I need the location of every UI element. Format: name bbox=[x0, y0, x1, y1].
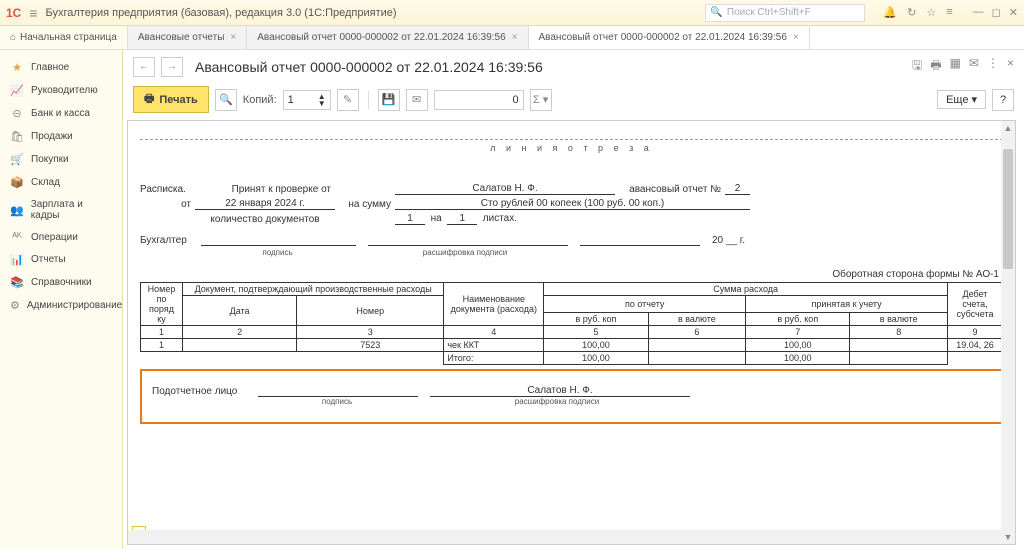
menu-icon[interactable]: ≡ bbox=[29, 5, 37, 21]
cart-icon: 🛒 bbox=[10, 153, 24, 166]
decode-line bbox=[368, 245, 568, 246]
tab-advance-reports[interactable]: Авансовые отчеты× bbox=[128, 26, 247, 49]
envelope-button[interactable]: ✉ bbox=[406, 89, 428, 111]
logo-1c: 1C bbox=[6, 6, 21, 20]
table-row: 17523чек ККТ100,00100,0019.04, 26 bbox=[141, 339, 1003, 352]
tab-home[interactable]: ⌂Начальная страница bbox=[0, 26, 128, 49]
lines-icon[interactable]: ≡ bbox=[946, 6, 952, 19]
sigma-button[interactable]: Σ ▾ bbox=[530, 89, 552, 111]
forward-button[interactable]: → bbox=[161, 57, 183, 77]
nav-ops[interactable]: ᴬᴷОперации bbox=[0, 226, 122, 248]
global-search[interactable]: 🔍 Поиск Ctrl+Shift+F bbox=[705, 4, 865, 22]
nav-main[interactable]: ★Главное bbox=[0, 56, 122, 79]
chart-icon: 📈 bbox=[10, 84, 24, 97]
accountant-label: Бухгалтер bbox=[140, 235, 195, 246]
signature-line bbox=[201, 245, 356, 246]
help-button[interactable]: ? bbox=[992, 89, 1014, 111]
nav-stock[interactable]: 📦Склад bbox=[0, 171, 122, 194]
document-title: Авансовый отчет 0000-000002 от 22.01.202… bbox=[195, 59, 543, 75]
ops-icon: ᴬᴷ bbox=[10, 231, 24, 243]
report-icon: 📊 bbox=[10, 253, 24, 266]
nav-sales[interactable]: 🛍Продажи bbox=[0, 125, 122, 148]
home-icon: ⌂ bbox=[10, 32, 16, 43]
star-icon[interactable]: ☆ bbox=[926, 6, 936, 19]
minimize-icon[interactable]: — bbox=[973, 6, 984, 19]
bank-icon: ⊝ bbox=[10, 107, 24, 120]
nav-salary[interactable]: 👥Зарплата и кадры bbox=[0, 194, 122, 226]
copies-label: Копий: bbox=[243, 94, 277, 106]
person-name: Салатов Н. Ф. bbox=[430, 385, 690, 397]
print-preview: л и н и я о т р е з а Расписка. Принят к… bbox=[127, 120, 1016, 545]
receipt-label: Расписка. bbox=[140, 184, 195, 195]
copies-input[interactable]: 1▲▼ bbox=[283, 90, 331, 110]
expense-table: Номер по поряд ку Документ, подтверждающ… bbox=[140, 282, 1003, 365]
grid-icon[interactable]: ▦ bbox=[950, 56, 961, 77]
maximize-icon[interactable]: ◻ bbox=[992, 6, 1001, 19]
print-icon[interactable]: 🖶 bbox=[930, 56, 941, 77]
people-icon: 👥 bbox=[10, 204, 24, 217]
bell-icon[interactable]: 🔔 bbox=[883, 6, 897, 19]
cut-line: л и н и я о т р е з а bbox=[140, 139, 1003, 153]
sum-input[interactable]: 0 bbox=[434, 90, 524, 110]
nav-refs[interactable]: 📚Справочники bbox=[0, 271, 122, 294]
preview-button[interactable]: 🔍 bbox=[215, 89, 237, 111]
vertical-scrollbar[interactable]: ▲▼ bbox=[1001, 121, 1015, 544]
star-icon: ★ bbox=[10, 61, 24, 74]
mail-icon[interactable]: ✉ bbox=[969, 56, 979, 77]
close-tab-icon[interactable]: × bbox=[230, 32, 236, 43]
sum-text: Сто рублей 00 копеек (100 руб. 00 коп.) bbox=[395, 198, 750, 210]
horizontal-scrollbar[interactable] bbox=[128, 530, 1001, 544]
close-tab-icon[interactable]: × bbox=[793, 32, 799, 43]
more-button[interactable]: Еще▾ bbox=[937, 90, 986, 109]
nav-head[interactable]: 📈Руководителю bbox=[0, 79, 122, 102]
gear-icon: ⚙ bbox=[10, 299, 20, 312]
person-from: Салатов Н. Ф. bbox=[395, 183, 615, 195]
tab-report-1[interactable]: Авансовый отчет 0000-000002 от 22.01.202… bbox=[247, 26, 528, 49]
app-title: Бухгалтерия предприятия (базовая), редак… bbox=[46, 7, 397, 19]
edit-button[interactable]: ✎ bbox=[337, 89, 359, 111]
tab-report-2[interactable]: Авансовый отчет 0000-000002 от 22.01.202… bbox=[529, 26, 810, 49]
book-icon: 📚 bbox=[10, 276, 24, 289]
save-file-icon[interactable]: 🖫 bbox=[912, 56, 922, 77]
nav-admin[interactable]: ⚙Администрирование bbox=[0, 294, 122, 317]
close-icon[interactable]: ✕ bbox=[1009, 6, 1018, 19]
nav-reports[interactable]: 📊Отчеты bbox=[0, 248, 122, 271]
sales-icon: 🛍 bbox=[10, 130, 24, 143]
more-dots-icon[interactable]: ⋮ bbox=[987, 56, 999, 77]
date-line bbox=[580, 245, 700, 246]
close-tab-icon[interactable]: × bbox=[512, 32, 518, 43]
nav-purchases[interactable]: 🛒Покупки bbox=[0, 148, 122, 171]
printer-icon: 🖶 bbox=[144, 90, 154, 109]
search-icon: 🔍 bbox=[710, 7, 722, 18]
table-total-row: Итого:100,00100,00 bbox=[141, 352, 1003, 365]
report-date: 22 января 2024 г. bbox=[195, 198, 335, 210]
nav-bank[interactable]: ⊝Банк и касса bbox=[0, 102, 122, 125]
history-icon[interactable]: ↻ bbox=[907, 6, 916, 19]
print-button[interactable]: 🖶Печать bbox=[133, 86, 209, 113]
box-icon: 📦 bbox=[10, 176, 24, 189]
disk-button[interactable]: 💾 bbox=[378, 89, 400, 111]
close-doc-icon[interactable]: × bbox=[1007, 56, 1014, 77]
report-number: 2 bbox=[725, 183, 750, 195]
highlighted-region: Подотчетное лицо Салатов Н. Ф. подпись р… bbox=[140, 369, 1003, 424]
person-label: Подотчетное лицо bbox=[152, 386, 252, 397]
back-button[interactable]: ← bbox=[133, 57, 155, 77]
reverse-side-label: Оборотная сторона формы № АО-1 bbox=[140, 269, 1003, 280]
search-placeholder: Поиск Ctrl+Shift+F bbox=[727, 7, 811, 18]
sidebar: ★Главное 📈Руководителю ⊝Банк и касса 🛍Пр… bbox=[0, 50, 123, 549]
